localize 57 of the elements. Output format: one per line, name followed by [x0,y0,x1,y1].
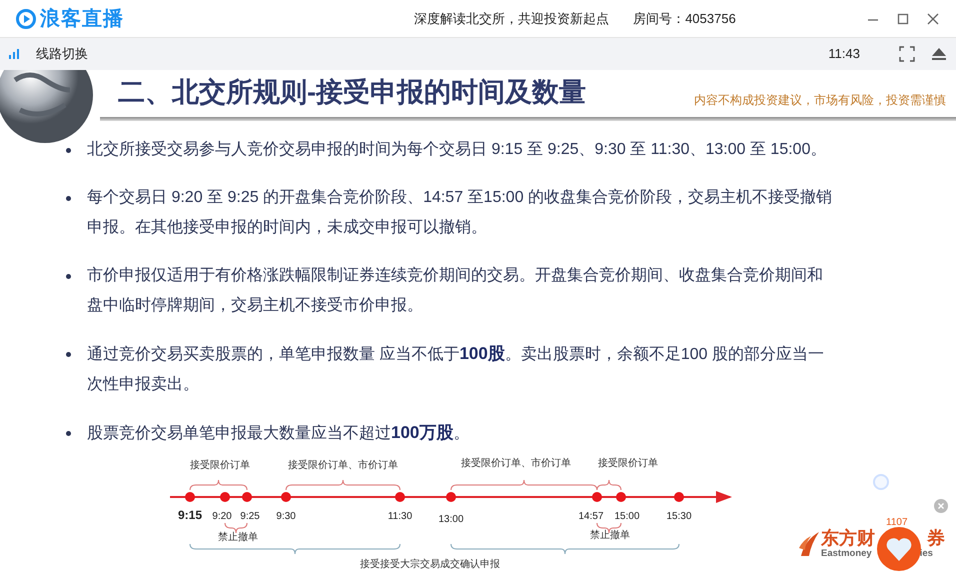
line-switch-link[interactable]: 线路切换 [36,44,88,64]
bullet-text: 北交所接受交易参与人竞价交易申报的时间为每个交易日 9:15 至 9:25、9:30 至 11:30、13:00 至 15:00。 [87,140,826,160]
stream-title: 深度解读北交所，共迎投资新起点 [414,10,610,28]
time-point [674,492,684,502]
sponsor-name: 券 [927,528,945,548]
sponsor-name: 东方财 [821,528,875,548]
brace-line [224,522,248,534]
block-trade-label: 接受接受大宗交易成交确认申报 [360,559,500,570]
time-label: 9:25 [240,511,260,522]
bullet-text: 每个交易日 9:20 至 9:25 的开盘集合竞价阶段、14:57 至15:00 的收盘集合竞价阶段，交易主机不接受撤销申报。在其他接受申报的时间内，未成交申报可以撤销。 [87,188,834,238]
close-icon[interactable] [926,12,940,26]
bullet-text: 股票竞价交易单笔申报最大数量应当不超过100万股。 [87,422,470,444]
bullet-icon [66,430,71,436]
bullet-icon [66,196,71,200]
fullscreen-icon[interactable] [898,45,916,63]
time-label: 14:57 [578,511,604,522]
clock-time: 11:43 [828,45,860,64]
signal-icon [8,48,20,60]
bubble-icon [873,474,889,490]
time-point [395,492,405,502]
time-label: 11:30 [388,511,412,522]
slide-title: 二、北交所规则-接受申报的时间及数量 [118,76,586,109]
time-label: 9:20 [212,511,232,522]
order-type-label: 接受限价订单 [190,460,250,471]
time-point [281,492,291,502]
cancel-ban-label: 禁止撤单 [590,530,630,541]
disclaimer-text: 内容不构成投资建议，市场有风险，投资需谨慎 [694,92,946,108]
maximize-icon[interactable] [896,12,910,26]
time-point [242,492,252,502]
wing-logo-icon [797,530,821,558]
sponsor-english: ies [920,548,933,559]
play-logo-icon [16,8,36,28]
time-point [185,492,195,502]
time-point [446,492,456,502]
brace-line [190,480,248,490]
order-type-label: 接受限价订单、市价订单 [461,458,571,469]
app-logo: 浪客直播 [40,6,124,32]
sponsor-english: Eastmoney [821,548,872,559]
cancel-ban-label: 禁止撤单 [218,532,258,543]
time-label: 9:30 [276,511,296,522]
bullet-icon [66,274,71,278]
like-count: 1107 [886,516,908,530]
order-type-label: 接受限价订单 [598,458,658,469]
bullet-text: 市价申报仅适用于有价格涨跌幅限制证券连续竞价期间的交易。开盘集合竞价期间、收盘集合竞价期间和盘中临时停牌期间，交易主机不接受市价申报。 [87,266,824,316]
bullet-icon [66,148,71,152]
time-label: 15:30 [666,511,692,522]
time-point [592,492,602,502]
time-label: 15:00 [614,511,640,522]
bullet-icon [66,352,71,356]
time-label: 13:00 [438,514,464,525]
room-number: 房间号：4053756 [633,10,736,28]
order-type-label: 接受限价订单、市价订单 [288,460,398,471]
time-label: 9:15 [178,508,202,522]
time-point [616,492,626,502]
like-heart-button[interactable] [876,526,922,572]
time-point [220,492,230,502]
bullet-text: 通过竞价交易买卖股票的，单笔申报数量 应当不低于100股。卖出股票时，余额不足100 股的部分应当一次性申报卖出。 [87,342,825,394]
